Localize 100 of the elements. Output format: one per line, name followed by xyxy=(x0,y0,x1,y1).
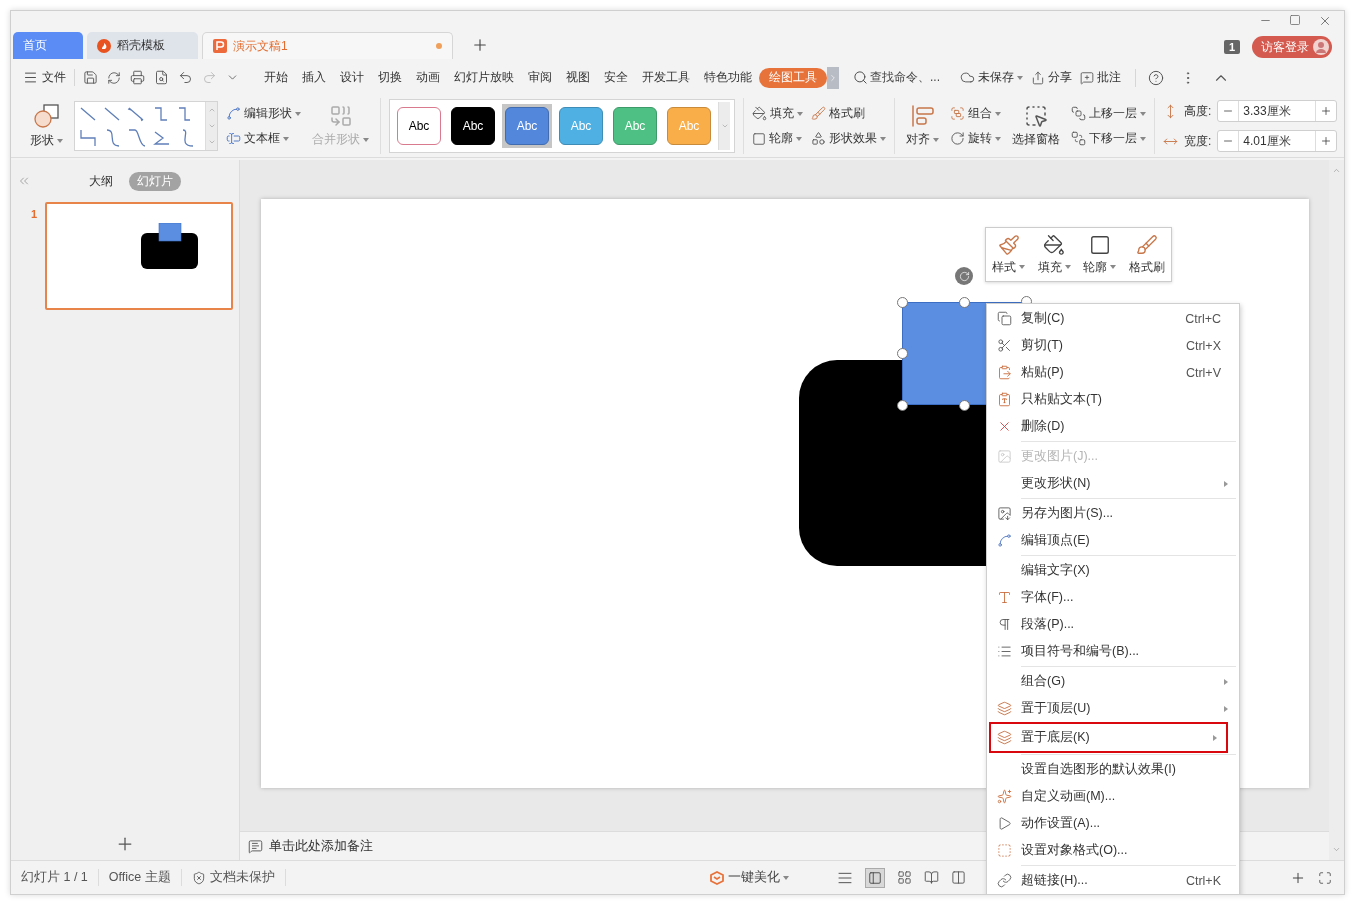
print-preview-icon[interactable] xyxy=(154,70,169,85)
dropdown-caret-icon xyxy=(797,111,803,116)
dropdown-caret-icon xyxy=(796,136,802,141)
reading-view-icon[interactable] xyxy=(924,870,939,885)
size-label: 高度: xyxy=(1184,102,1212,120)
fill-button[interactable]: 填充 xyxy=(752,105,803,122)
toolbar-action[interactable]: 未保存 xyxy=(960,69,1023,86)
text-box-icon xyxy=(226,131,241,146)
resize-handle[interactable] xyxy=(897,348,908,359)
dropdown-caret-icon xyxy=(57,138,63,143)
shape-style-swatch[interactable]: Abc xyxy=(451,107,495,145)
resize-handle[interactable] xyxy=(959,400,970,411)
context-menu-item[interactable]: 另存为图片(S)... xyxy=(987,500,1239,527)
paint-bucket-icon xyxy=(1043,233,1066,256)
help-icon[interactable] xyxy=(1148,69,1164,86)
context-menu-item[interactable]: 置于顶层(U) xyxy=(987,695,1239,722)
bring-forward-button[interactable]: 上移一层 xyxy=(1071,105,1146,122)
context-menu-item[interactable]: 组合(G) xyxy=(987,668,1239,695)
dropdown-caret-icon xyxy=(933,137,939,142)
context-menu-item[interactable]: 编辑文字(X) xyxy=(987,557,1239,584)
fit-window-icon[interactable] xyxy=(1318,870,1332,885)
outline-button[interactable]: 轮廓 xyxy=(752,130,803,147)
selection-pane-button[interactable]: 选择窗格 xyxy=(1009,104,1063,148)
floating-toolbar-button[interactable]: 样式 xyxy=(992,233,1026,276)
context-menu-item[interactable]: 剪切(T) Ctrl+X xyxy=(987,332,1239,359)
context-menu-item[interactable]: 项目符号和编号(B)... xyxy=(987,638,1239,665)
login-button[interactable]: 访客登录 xyxy=(1252,36,1332,58)
context-menu-item[interactable]: 删除(D) xyxy=(987,413,1239,440)
ribbon-tab[interactable]: 特色功能 xyxy=(697,67,759,88)
shape-style-swatch[interactable]: Abc xyxy=(505,107,549,145)
toolbar-action[interactable]: 批注 xyxy=(1080,69,1121,86)
context-menu-item[interactable]: 置于底层(K) xyxy=(989,722,1228,753)
slide-thumbnail[interactable] xyxy=(45,202,234,310)
save-icon[interactable] xyxy=(83,70,98,85)
undo-icon[interactable] xyxy=(178,70,193,85)
rotate-button[interactable]: 旋转 xyxy=(950,130,1001,147)
context-menu-item[interactable]: 只粘贴文本(T) xyxy=(987,386,1239,413)
share-icon xyxy=(1031,70,1045,85)
size-spin-field[interactable]: 4.01厘米 xyxy=(1217,130,1338,152)
print-icon[interactable] xyxy=(130,70,145,85)
rotate-handle[interactable] xyxy=(955,267,973,285)
beautify-button[interactable]: 一键美化 xyxy=(709,869,789,886)
ribbon-tab[interactable]: 设计 xyxy=(333,67,371,88)
context-menu-item[interactable]: 超链接(H)... Ctrl+K xyxy=(987,867,1239,894)
protection-status[interactable]: 文档未保护 xyxy=(181,869,286,886)
edit-shape-button[interactable]: 编辑形状 xyxy=(226,105,301,122)
increment-icon[interactable] xyxy=(1320,135,1333,147)
font-icon xyxy=(996,590,1012,605)
send-backward-button[interactable]: 下移一层 xyxy=(1071,130,1146,147)
shape-effects-button[interactable]: 形状效果 xyxy=(811,130,886,147)
ribbon-tab[interactable]: 切换 xyxy=(371,67,409,88)
shape-style-swatch[interactable]: Abc xyxy=(397,107,441,145)
window-count-badge[interactable]: 1 xyxy=(1223,40,1240,54)
resize-handle[interactable] xyxy=(897,297,908,308)
ribbon-tab[interactable]: 插入 xyxy=(295,67,333,88)
format-painter-button[interactable]: 格式刷 xyxy=(811,105,886,122)
size-spin-field[interactable]: 3.33厘米 xyxy=(1217,100,1338,122)
file-menu[interactable]: 文件 xyxy=(23,69,75,86)
floating-toolbar-button[interactable]: 格式刷 xyxy=(1128,233,1165,276)
paste-icon xyxy=(996,365,1012,380)
context-menu-item[interactable]: 段落(P)... xyxy=(987,611,1239,638)
context-menu-item[interactable]: 复制(C) Ctrl+C xyxy=(987,305,1239,332)
command-search[interactable]: 查找命令、... xyxy=(853,69,940,86)
close-icon[interactable] xyxy=(1318,14,1332,28)
increment-icon[interactable] xyxy=(1320,105,1333,117)
notes-placeholder: 单击此处添加备注 xyxy=(269,837,373,855)
vertical-scrollbar[interactable] xyxy=(1329,160,1344,860)
ribbon-tab[interactable]: 幻灯片放映 xyxy=(447,67,521,88)
floating-toolbar-button[interactable]: 轮廓 xyxy=(1083,233,1117,276)
ribbon-tab[interactable]: 开发工具 xyxy=(635,67,697,88)
toolbar-action[interactable]: 分享 xyxy=(1031,69,1072,86)
normal-view-button[interactable] xyxy=(865,867,885,888)
outline-square-icon xyxy=(1088,233,1111,256)
context-menu-item[interactable]: 粘贴(P) Ctrl+V xyxy=(987,359,1239,386)
shape-button[interactable]: 形状 xyxy=(27,103,66,149)
ribbon-tab[interactable]: 安全 xyxy=(597,67,635,88)
maximize-icon[interactable] xyxy=(1289,14,1301,26)
panel-tab[interactable]: 大纲 xyxy=(81,171,121,191)
context-menu-item[interactable]: 编辑顶点(E) xyxy=(987,527,1239,554)
dropdown-caret-icon xyxy=(295,111,301,116)
ribbon-tab[interactable]: 视图 xyxy=(559,67,597,88)
text-box-button[interactable]: 文本框 xyxy=(226,130,301,147)
link-icon xyxy=(996,873,1012,888)
shapes-icon xyxy=(33,103,60,129)
ribbon-tab[interactable]: 开始 xyxy=(257,67,295,88)
send-backward-icon xyxy=(1071,131,1086,146)
group-button[interactable]: 组合 xyxy=(950,105,1001,122)
resize-handle[interactable] xyxy=(897,400,908,411)
ribbon-tab[interactable]: 动画 xyxy=(409,67,447,88)
floating-toolbar-button[interactable]: 填充 xyxy=(1037,233,1071,276)
context-menu-item[interactable]: 字体(F)... xyxy=(987,584,1239,611)
document-tab[interactable]: 稻壳模板 xyxy=(87,32,198,59)
sorter-view-icon[interactable] xyxy=(897,870,912,885)
ribbon-tab[interactable]: 审阅 xyxy=(521,67,559,88)
context-menu-item[interactable]: 设置自选图形的默认效果(I) xyxy=(987,756,1239,783)
new-tab-icon[interactable] xyxy=(471,36,489,54)
context-menu-item[interactable]: 自定义动画(M)... xyxy=(987,783,1239,810)
resize-handle[interactable] xyxy=(959,297,970,308)
align-button[interactable]: 对齐 xyxy=(903,104,942,148)
context-menu-item[interactable]: 更改形状(N) xyxy=(987,470,1239,497)
